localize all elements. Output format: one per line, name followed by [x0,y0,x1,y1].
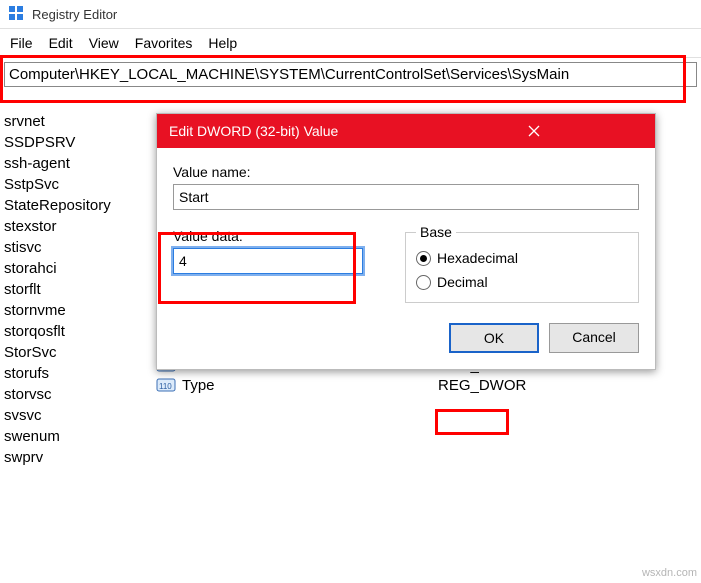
tree-item[interactable]: SSDPSRV [4,132,148,153]
tree-item[interactable]: storqosflt [4,321,148,342]
menu-file[interactable]: File [10,35,33,51]
value-type: REG_DWOR [438,377,538,394]
value-data-input[interactable] [173,248,363,274]
tree-item[interactable]: StateRepository [4,195,148,216]
base-fieldset: Base Hexadecimal Decimal [405,224,639,303]
cancel-button[interactable]: Cancel [549,323,639,353]
value-row[interactable]: 110 Type REG_DWOR [150,375,701,395]
menu-favorites[interactable]: Favorites [135,35,193,51]
tree-item[interactable]: StorSvc [4,342,148,363]
edit-dword-dialog: Edit DWORD (32-bit) Value Value name: Va… [156,113,656,370]
radio-dec[interactable]: Decimal [416,274,628,290]
regedit-icon [8,5,26,23]
tree-item[interactable]: ssh-agent [4,153,148,174]
tree-item[interactable]: swenum [4,426,148,447]
tree-item[interactable]: svsvc [4,405,148,426]
svg-text:110: 110 [159,382,172,391]
watermark: wsxdn.com [642,567,697,579]
tree-item[interactable]: stexstor [4,216,148,237]
tree-item[interactable]: storufs [4,363,148,384]
tree-item[interactable]: storvsc [4,384,148,405]
window-title: Registry Editor [32,7,117,22]
address-bar[interactable] [4,62,697,87]
value-name-input[interactable] [173,184,639,210]
menu-help[interactable]: Help [208,35,237,51]
tree-item[interactable]: stisvc [4,237,148,258]
tree-item[interactable]: srvnet [4,111,148,132]
dialog-title: Edit DWORD (32-bit) Value [169,123,412,139]
radio-hex-label: Hexadecimal [437,250,518,266]
ok-button[interactable]: OK [449,323,539,353]
value-name-label: Value name: [173,164,639,180]
value-data-label: Value data: [173,228,385,244]
tree-item[interactable]: swprv [4,447,148,468]
tree-panel: srvnetSSDPSRVssh-agentSstpSvcStateReposi… [0,105,150,583]
menu-edit[interactable]: Edit [49,35,73,51]
close-icon [528,125,540,137]
radio-dec-label: Decimal [437,274,488,290]
tree-item[interactable]: SstpSvc [4,174,148,195]
radio-hex[interactable]: Hexadecimal [416,250,628,266]
value-name: Type [182,377,432,394]
close-button[interactable] [412,114,655,148]
radio-hex-indicator [416,251,431,266]
tree-item[interactable]: storahci [4,258,148,279]
tree-item[interactable]: storflt [4,279,148,300]
menu-bar: File Edit View Favorites Help [0,28,701,58]
tree-item[interactable]: stornvme [4,300,148,321]
menu-view[interactable]: View [89,35,119,51]
base-legend: Base [416,224,456,240]
binary-value-icon: 110 [156,376,176,394]
radio-dec-indicator [416,275,431,290]
